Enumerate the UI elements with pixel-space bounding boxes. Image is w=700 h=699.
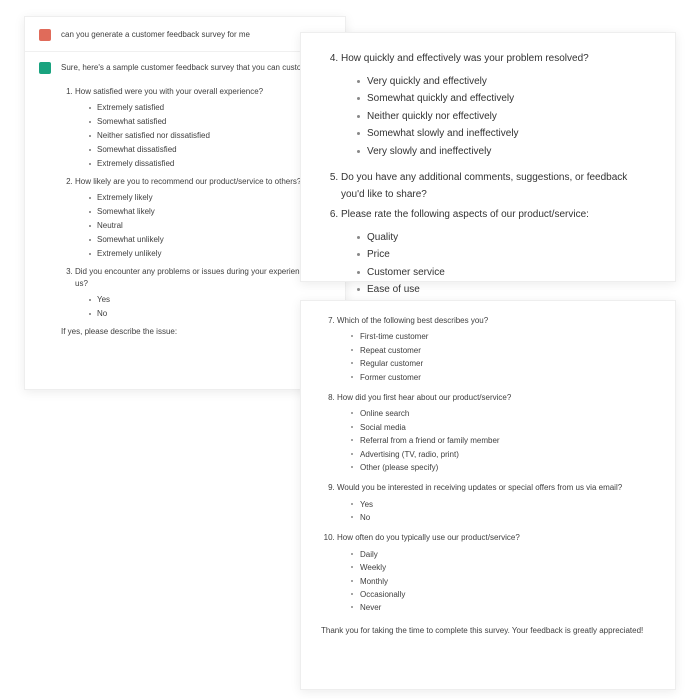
list-item: Referral from a friend or family member (351, 435, 655, 447)
q6-text: Please rate the following aspects of our… (341, 209, 589, 220)
list-item: Quality (357, 230, 653, 247)
q1-options: Extremely satisfied Somewhat satisfied N… (75, 102, 331, 170)
q7-options: First-time customer Repeat customer Regu… (337, 331, 655, 384)
bot-message-row: Sure, here's a sample customer feedback … (25, 56, 345, 80)
q7: Which of the following best describes yo… (337, 315, 655, 384)
list-item: Somewhat unlikely (89, 234, 331, 246)
q1-text: How satisfied were you with your overall… (75, 87, 263, 96)
list-item: Regular customer (351, 358, 655, 370)
list-item: Extremely dissatisfied (89, 158, 331, 170)
list-item: Extremely satisfied (89, 102, 331, 114)
chat-panel: can you generate a customer feedback sur… (24, 16, 346, 390)
q8-options: Online search Social media Referral from… (337, 408, 655, 474)
list-item: Never (351, 602, 655, 614)
list-item: Somewhat dissatisfied (89, 144, 331, 156)
survey-list-3: Which of the following best describes yo… (321, 315, 655, 615)
list-item: Very quickly and effectively (357, 74, 653, 91)
survey-panel-3: Which of the following best describes yo… (300, 300, 676, 690)
list-item: Neither quickly nor effectively (357, 109, 653, 126)
list-item: Price (357, 247, 653, 264)
bot-intro-text: Sure, here's a sample customer feedback … (61, 62, 331, 74)
q10-text: How often do you typically use our produ… (337, 533, 520, 542)
q1: How satisfied were you with your overall… (75, 86, 331, 170)
user-message-text: can you generate a customer feedback sur… (61, 29, 331, 41)
q2: How likely are you to recommend our prod… (75, 176, 331, 260)
list-item: Yes (351, 499, 655, 511)
list-item: Advertising (TV, radio, print) (351, 449, 655, 461)
list-item: Yes (89, 294, 331, 306)
q2-text: How likely are you to recommend our prod… (75, 177, 301, 186)
q9-text: Would you be interested in receiving upd… (337, 483, 622, 492)
q10: How often do you typically use our produ… (337, 532, 655, 614)
list-item: Somewhat satisfied (89, 116, 331, 128)
list-item: No (351, 512, 655, 524)
list-item: Repeat customer (351, 345, 655, 357)
survey-list-1: How satisfied were you with your overall… (61, 86, 331, 338)
q8-text: How did you first hear about our product… (337, 393, 511, 402)
list-item: Extremely likely (89, 192, 331, 204)
list-item: Neither satisfied nor dissatisfied (89, 130, 331, 142)
divider (25, 51, 345, 52)
list-item: Other (please specify) (351, 462, 655, 474)
list-item: Somewhat slowly and ineffectively (357, 126, 653, 143)
list-item: No (89, 308, 331, 320)
list-item: Social media (351, 422, 655, 434)
canvas: can you generate a customer feedback sur… (0, 0, 700, 699)
survey-list-2: How quickly and effectively was your pro… (323, 51, 653, 316)
list-item: Somewhat likely (89, 206, 331, 218)
user-avatar-icon (39, 29, 51, 41)
q4-text: How quickly and effectively was your pro… (341, 53, 589, 64)
list-item: Ease of use (357, 282, 653, 299)
list-item: Extremely unlikely (89, 248, 331, 260)
q7-text: Which of the following best describes yo… (337, 316, 488, 325)
list-item: Very slowly and ineffectively (357, 144, 653, 161)
list-item: Daily (351, 549, 655, 561)
list-item: Monthly (351, 576, 655, 588)
q3-text: Did you encounter any problems or issues… (75, 267, 324, 288)
user-message-row: can you generate a customer feedback sur… (25, 23, 345, 47)
q5: Do you have any additional comments, sug… (341, 170, 653, 203)
q4: How quickly and effectively was your pro… (341, 51, 653, 160)
q3-follow: If yes, please describe the issue: (61, 326, 331, 338)
q9: Would you be interested in receiving upd… (337, 482, 655, 524)
q9-options: Yes No (337, 499, 655, 525)
bot-avatar-icon (39, 62, 51, 74)
list-item: Somewhat quickly and effectively (357, 91, 653, 108)
list-item: Former customer (351, 372, 655, 384)
list-item: Occasionally (351, 589, 655, 601)
thank-you-text: Thank you for taking the time to complet… (321, 625, 655, 637)
list-item: Neutral (89, 220, 331, 232)
survey-panel-2: How quickly and effectively was your pro… (300, 32, 676, 282)
list-item: Customer service (357, 265, 653, 282)
q5-text: Do you have any additional comments, sug… (341, 172, 627, 200)
q3: Did you encounter any problems or issues… (75, 266, 331, 338)
q4-options: Very quickly and effectively Somewhat qu… (341, 74, 653, 161)
bot-content: How satisfied were you with your overall… (61, 86, 331, 338)
q10-options: Daily Weekly Monthly Occasionally Never (337, 549, 655, 615)
list-item: First-time customer (351, 331, 655, 343)
list-item: Online search (351, 408, 655, 420)
q3-options: Yes No (75, 294, 331, 320)
list-item: Weekly (351, 562, 655, 574)
q8: How did you first hear about our product… (337, 392, 655, 474)
q2-options: Extremely likely Somewhat likely Neutral… (75, 192, 331, 260)
